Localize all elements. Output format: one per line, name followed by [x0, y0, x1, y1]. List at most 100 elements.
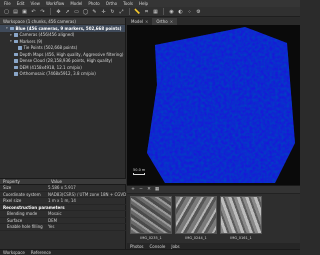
ortho-viewport: Model × Ortho × 50.0 m	[127, 18, 300, 185]
tab-label: Ortho	[156, 19, 168, 24]
show-hide-icon[interactable]: ◐	[177, 8, 184, 15]
undo-icon[interactable]: ↶	[30, 8, 37, 15]
close-icon[interactable]: ×	[170, 19, 173, 24]
photo-image[interactable]	[175, 196, 217, 234]
tree-item[interactable]: Depth Maps (456, High quality, Aggressiv…	[0, 51, 125, 58]
photo-thumbnail[interactable]: IMG_0161_1	[220, 196, 262, 240]
property-key: Size	[3, 185, 12, 191]
property-value[interactable]: 1 m x 1 m, 14	[48, 198, 126, 203]
tree-item-label: Cameras (456/456 aligned)	[19, 32, 75, 38]
free-select-icon[interactable]: ✎	[91, 8, 98, 15]
photo-thumbnail[interactable]: IMG_0244_1	[175, 196, 217, 240]
property-key: Surface	[7, 217, 23, 223]
tab-ortho[interactable]: Ortho ×	[152, 18, 178, 25]
col-property[interactable]: Property	[0, 179, 48, 184]
properties-panel: Property Value Size 5.586 x 5.917 Coordina…	[0, 178, 126, 231]
zoom-in-icon[interactable]: +	[130, 187, 136, 193]
menu-tools[interactable]: Tools	[123, 1, 133, 6]
photo-caption: IMG_0161_1	[230, 236, 252, 240]
layer-icon	[14, 65, 18, 69]
circle-icon[interactable]: ◯	[82, 8, 89, 15]
tab-photos[interactable]: Photos	[130, 244, 144, 249]
tab-label: Model	[131, 19, 144, 24]
property-key: Enable hole filling	[7, 224, 43, 230]
close-icon[interactable]: ×	[145, 19, 148, 24]
layer-icon	[18, 46, 22, 50]
layer-icon	[10, 26, 14, 30]
main-toolbar: ▢ ▤ ▣ ↶ ↷ ✥ ➚ ▭ ◯ ✎ ✛ ↻ ⤢ 📏 ⌗ ▦ ◉ ◐ ⁘ ⚙	[0, 7, 300, 17]
layer-icon	[14, 59, 18, 63]
tab-jobs[interactable]: Jobs	[171, 244, 179, 249]
menu-help[interactable]: Help	[139, 1, 148, 6]
menu-file[interactable]: File	[4, 1, 11, 6]
menu-photo[interactable]: Photo	[88, 1, 99, 6]
scale-label: 50.0 m	[133, 168, 146, 172]
scale-bar: 50.0 m	[133, 168, 145, 175]
expand-arrow-icon[interactable]: ▾	[10, 39, 13, 43]
scale-bar-line	[133, 173, 145, 175]
resize-icon[interactable]: ⤢	[118, 8, 125, 15]
thumbnail-strip: IMG_0235_1 IMG_0244_1 IMG_0161_1	[127, 194, 300, 242]
layer-icon	[14, 39, 18, 43]
ruler-icon[interactable]: 📏	[134, 8, 141, 15]
navigate-icon[interactable]: ✥	[55, 8, 62, 15]
workspace-panel: Workspace (1 chunks, 456 cameras) ▾ Blue …	[0, 18, 126, 249]
tree-item-label: DEM (4158x4918, 12.1 cm/pix)	[19, 64, 82, 70]
select-icon[interactable]: ➚	[64, 8, 71, 15]
tree-item[interactable]: Dense Cloud (28,158,936 points, High qua…	[0, 58, 125, 65]
toolbar-separator	[163, 8, 164, 15]
view-mode-icon[interactable]: ▦	[154, 187, 160, 193]
crop-icon[interactable]: ⌗	[143, 8, 150, 15]
properties-header: Property Value	[0, 178, 126, 185]
photo-thumbnail[interactable]: IMG_0235_1	[130, 196, 172, 240]
save-icon[interactable]: ▣	[21, 8, 28, 15]
tab-console[interactable]: Console	[150, 244, 166, 249]
tree-item-label: Depth Maps (456, High quality, Aggressiv…	[19, 51, 124, 57]
tree-item-label: Orthomosaic (7468x5912, 3.8 cm/pix)	[19, 71, 96, 77]
remove-icon[interactable]: ✕	[146, 187, 152, 193]
property-value[interactable]: 5.586 x 5.917	[48, 185, 126, 190]
layer-icon	[14, 52, 18, 56]
tab-model[interactable]: Model ×	[127, 18, 152, 25]
expand-arrow-icon[interactable]: ▾	[6, 26, 9, 30]
ortho-canvas[interactable]: 50.0 m	[127, 25, 300, 185]
tree-item[interactable]: Orthomosaic (7468x5912, 3.8 cm/pix)	[0, 71, 125, 78]
points-icon[interactable]: ⁘	[186, 8, 193, 15]
col-value[interactable]: Value	[48, 179, 96, 184]
photo-image[interactable]	[220, 196, 262, 234]
tab-reference[interactable]: Reference	[31, 250, 51, 255]
menu-model[interactable]: Model	[70, 1, 82, 6]
new-icon[interactable]: ▢	[3, 8, 10, 15]
menu-view[interactable]: View	[30, 1, 40, 6]
rectangle-icon[interactable]: ▭	[73, 8, 80, 15]
menu-edit[interactable]: Edit	[17, 1, 25, 6]
layer-icon	[14, 33, 18, 37]
expand-arrow-icon[interactable]: ▾	[10, 33, 13, 37]
open-icon[interactable]: ▤	[12, 8, 19, 15]
tree-item-label: Dense Cloud (28,158,936 points, High qua…	[19, 58, 113, 64]
property-row: Enable hole filling Yes	[0, 224, 126, 231]
camera-icon[interactable]: ◉	[168, 8, 175, 15]
toolbar-separator	[50, 8, 51, 15]
grid-icon[interactable]: ▦	[152, 8, 159, 15]
redo-icon[interactable]: ↷	[39, 8, 46, 15]
menu-workflow[interactable]: Workflow	[46, 1, 64, 6]
property-value[interactable]: DEM	[48, 218, 126, 223]
property-value[interactable]: Yes	[48, 224, 126, 229]
photo-image[interactable]	[130, 196, 172, 234]
tab-workspace[interactable]: Workspace	[3, 250, 25, 255]
settings-icon[interactable]: ⚙	[195, 8, 202, 15]
orthomosaic-image	[147, 27, 295, 183]
rotate-icon[interactable]: ↻	[109, 8, 116, 15]
photo-caption: IMG_0244_1	[185, 236, 207, 240]
move-icon[interactable]: ✛	[100, 8, 107, 15]
zoom-out-icon[interactable]: −	[138, 187, 144, 193]
tree-item-label: Tie Points (502,668 points)	[23, 45, 78, 51]
property-key: Reconstruction parameters	[3, 204, 65, 210]
tree-item-label: Markers (9)	[19, 38, 43, 44]
tree-item[interactable]: ▾ Blue (456 cameras, 9 markers, 502,668 p…	[0, 25, 125, 32]
property-value[interactable]: Mosaic	[48, 211, 126, 216]
property-value[interactable]: NAD83(CSRS) / UTM zone 18N + CGVD...	[48, 192, 126, 197]
menu-ortho[interactable]: Ortho	[106, 1, 117, 6]
photos-panel: + − ✕ ▦ IMG_0235_1 IMG_0244_1 IMG_0161_1 P…	[127, 185, 300, 249]
